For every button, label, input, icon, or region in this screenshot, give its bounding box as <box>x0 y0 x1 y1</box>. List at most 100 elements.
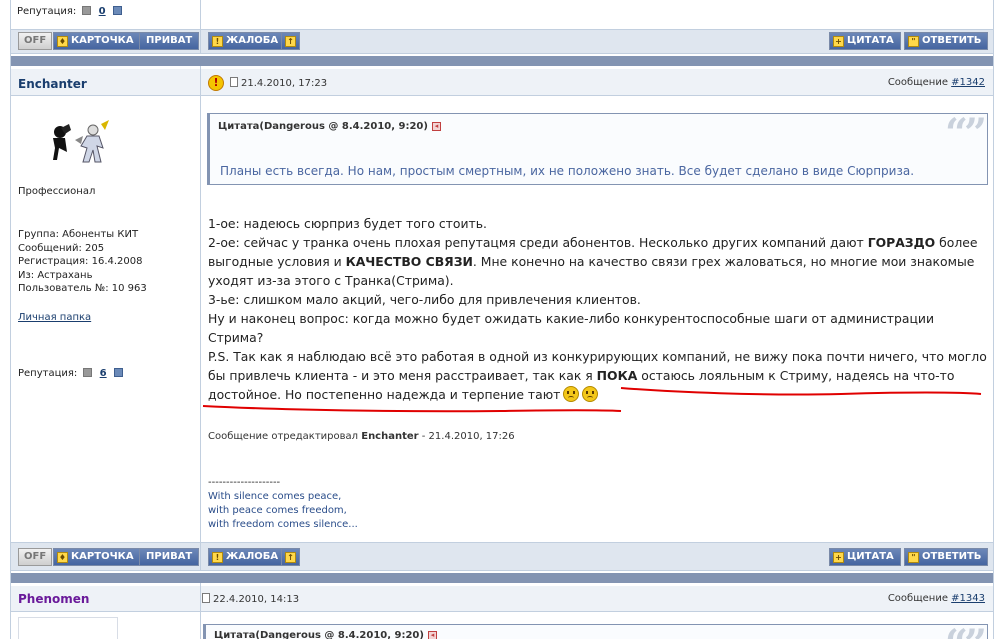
private-button[interactable]: ПРИВАТ <box>139 548 200 566</box>
quote-author: Цитата(Dangerous @ 8.4.2010, 9:20) <box>218 121 428 132</box>
edited-by: Enchanter <box>361 431 419 442</box>
quote-marks-icon: " <box>908 551 919 563</box>
post-number-link[interactable]: #1342 <box>951 77 985 88</box>
post-header <box>11 69 993 96</box>
post-separator <box>11 56 993 66</box>
post-header <box>11 586 993 612</box>
post-date-text: 21.4.2010, 17:23 <box>241 78 328 89</box>
reputation-plus-icon[interactable] <box>113 368 123 377</box>
top-reputation-value[interactable]: 0 <box>99 6 106 17</box>
post-number: Сообщение #1342 <box>888 77 985 88</box>
user-number: Пользователь №: 10 963 <box>18 283 147 294</box>
document-icon <box>230 77 238 87</box>
plus-icon: + <box>833 551 844 563</box>
post-date-text: 22.4.2010, 14:13 <box>213 594 300 605</box>
post-number-label: Сообщение <box>887 77 948 88</box>
off-button[interactable]: OFF <box>18 32 53 50</box>
post-author[interactable]: Enchanter <box>18 77 87 91</box>
private-button[interactable]: ПРИВАТ <box>139 32 200 50</box>
quote-button[interactable]: + ЦИТАТА <box>829 32 901 50</box>
reputation-minus-icon[interactable] <box>82 6 92 15</box>
user-info: Группа: Абоненты КИТ Сообщений: 205 Реги… <box>18 228 147 296</box>
user-messages: Сообщений: 205 <box>18 242 105 254</box>
quote-block: Цитата(Dangerous @ 8.4.2010, 9:20) ◂ “” П… <box>207 110 988 185</box>
quote-block: Цитата(Dangerous @ 8.4.2010, 9:20)◂ “” <box>203 621 988 639</box>
reply-button[interactable]: " ОТВЕТИТЬ <box>904 548 989 566</box>
quote-header: Цитата(Dangerous @ 8.4.2010, 9:20) ◂ <box>214 630 437 639</box>
quote-marks-icon: " <box>908 35 919 47</box>
post-reputation-value[interactable]: 6 <box>100 368 107 379</box>
edited-suffix: - 21.4.2010, 17:26 <box>418 431 515 442</box>
post-author[interactable]: Phenomen <box>18 592 89 606</box>
user-rank: Профессионал <box>18 186 96 197</box>
avatar <box>18 617 118 639</box>
post-number: Сообщение #1343 <box>888 593 985 604</box>
complaint-button-label: ЖАЛОБА <box>226 35 279 46</box>
post-separator <box>11 573 993 583</box>
quote-marks-icon: “” <box>944 110 987 157</box>
column-divider <box>200 29 201 54</box>
warning-icon: ! <box>212 551 223 563</box>
signature-line: with freedom comes silence... <box>208 519 358 530</box>
body-bold: КАЧЕСТВО СВЯЗИ <box>345 254 473 269</box>
column-divider <box>200 0 201 29</box>
quote-jump-icon[interactable]: ◂ <box>431 122 441 131</box>
document-icon <box>202 593 210 603</box>
edited-prefix: Сообщение отредактировал <box>208 431 362 442</box>
body-line: Ну и наконец вопрос: когда можно будет о… <box>208 311 935 345</box>
quote-jump-icon[interactable]: ◂ <box>427 631 437 639</box>
quote-marks-icon: “” <box>945 621 987 639</box>
scroll-up-button[interactable]: ↑ <box>281 548 300 566</box>
body-bold: ГОРАЗДО <box>867 235 936 250</box>
alert-icon: ! <box>208 75 224 91</box>
post-number-label: Сообщение <box>887 593 948 604</box>
complaint-button[interactable]: ! ЖАЛОБА <box>208 32 286 50</box>
body-text-span: 2-ое: сейчас у транка очень плохая репут… <box>208 235 868 250</box>
user-group: Группа: Абоненты КИТ <box>18 229 139 240</box>
post-reputation: Репутация: 6 <box>18 368 123 379</box>
body-line: 3-ье: слишком мало акций, чего-либо для … <box>208 292 641 307</box>
signature-line: with peace comes freedom, <box>208 505 347 516</box>
column-divider <box>200 66 201 542</box>
warning-icon: ! <box>212 35 223 47</box>
edited-note: Сообщение отредактировал Enchanter - 21.… <box>208 431 515 442</box>
column-divider <box>200 583 201 639</box>
reply-button-label: ОТВЕТИТЬ <box>922 35 982 46</box>
column-divider <box>200 542 201 571</box>
reputation-plus-icon[interactable] <box>112 6 122 15</box>
top-reputation-label: Репутация: <box>17 6 77 17</box>
reply-button-label: ОТВЕТИТЬ <box>922 551 982 562</box>
card-button-label: КАРТОЧКА <box>71 551 134 562</box>
signature: -------------------- With silence comes … <box>208 476 358 532</box>
post-date: 21.4.2010, 17:23 <box>230 77 327 89</box>
avatar <box>47 118 111 170</box>
card-button[interactable]: ♦ КАРТОЧКА <box>53 32 141 50</box>
forum-page: Репутация: 0 OFF ♦ КАРТОЧКА ПРИВАТ ! ЖАЛОБ… <box>10 0 994 639</box>
body-line: 1-ое: надеюсь сюрприз будет того стоить. <box>208 216 487 231</box>
post-reputation-label: Репутация: <box>18 368 78 379</box>
post-number-link[interactable]: #1343 <box>951 593 985 604</box>
signature-line: -------------------- <box>208 477 281 488</box>
quote-author: Цитата(Dangerous @ 8.4.2010, 9:20) <box>214 630 424 639</box>
user-icon: ♦ <box>57 35 68 47</box>
user-registered: Регистрация: 16.4.2008 <box>18 256 143 267</box>
quote-button-label: ЦИТАТА <box>847 35 894 46</box>
personal-folder-link[interactable]: Личная папка <box>18 312 91 323</box>
user-icon: ♦ <box>57 551 68 563</box>
arrow-up-icon: ↑ <box>285 35 296 47</box>
quote-button[interactable]: + ЦИТАТА <box>829 548 901 566</box>
off-button[interactable]: OFF <box>18 548 53 566</box>
complaint-button[interactable]: ! ЖАЛОБА <box>208 548 286 566</box>
arrow-up-icon: ↑ <box>285 551 296 563</box>
quote-button-label: ЦИТАТА <box>847 551 894 562</box>
reputation-minus-icon[interactable] <box>83 368 93 377</box>
red-underline-annotation <box>202 387 982 413</box>
card-button-label: КАРТОЧКА <box>71 35 134 46</box>
card-button[interactable]: ♦ КАРТОЧКА <box>53 548 141 566</box>
scroll-up-button[interactable]: ↑ <box>281 32 300 50</box>
quote-text: Планы есть всегда. Но нам, простым смерт… <box>220 164 915 178</box>
body-line: 2-ое: сейчас у транка очень плохая репут… <box>208 233 993 290</box>
quote-header: Цитата(Dangerous @ 8.4.2010, 9:20) ◂ <box>218 121 441 132</box>
reply-button[interactable]: " ОТВЕТИТЬ <box>904 32 989 50</box>
post-date: 22.4.2010, 14:13 <box>202 593 299 605</box>
